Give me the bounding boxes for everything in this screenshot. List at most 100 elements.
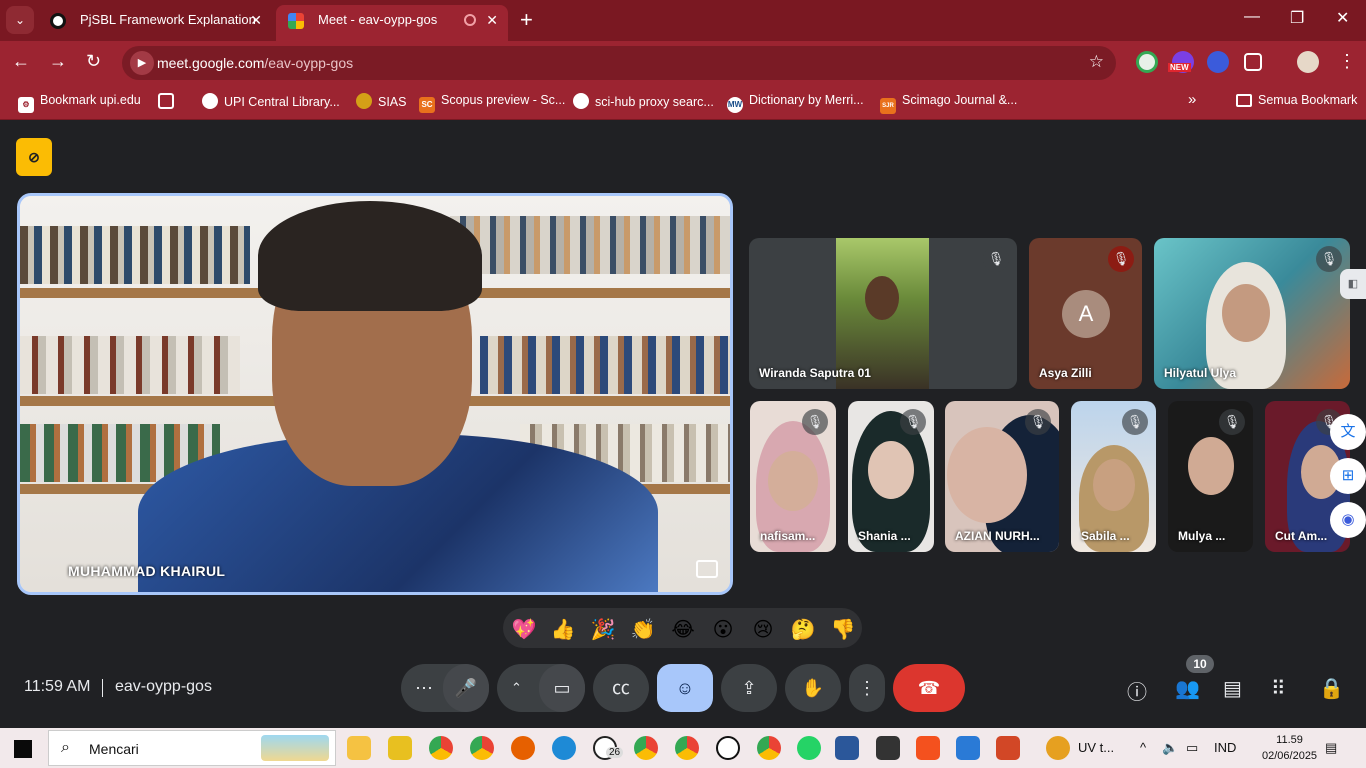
participant-tile-asya[interactable]: 🎙 A Asya Zilli [1029,238,1142,389]
bookmark-upi-library[interactable]: UPI Central Library... [202,93,340,109]
participant-tile-sabila[interactable]: 🎙 Sabila ... [1071,401,1156,552]
bookshelf-books [480,336,730,394]
bookmark-label: Bookmark upi.edu [40,93,141,107]
window-close-icon[interactable]: ✕ [1336,8,1349,28]
powerpoint-icon[interactable] [996,736,1020,760]
edge-icon[interactable] [552,736,576,760]
bookmark-all[interactable]: Semua Bookmark [1236,93,1357,107]
thumbs-down-reaction[interactable]: 👎 [830,616,856,642]
fullscreen-icon[interactable] [696,560,718,578]
bookmarks-overflow-chevron-icon[interactable]: » [1188,91,1196,108]
chat-icon[interactable]: ▤ [1223,676,1242,701]
bookmark-upi[interactable]: ⚙ Bookmark upi.edu [18,93,141,113]
more-options-button[interactable]: ⋮ [849,664,885,712]
photos-icon[interactable] [956,736,980,760]
file-explorer-icon[interactable] [347,736,371,760]
raise-hand-button[interactable]: ✋ [785,664,841,712]
bookmark-scihub[interactable]: sci-hub proxy searc... [573,93,714,109]
leave-call-button[interactable]: ☎ [893,664,965,712]
clapping-reaction[interactable]: 👏 [630,616,656,642]
apps-icon[interactable]: ⊞ [1330,458,1366,494]
participant-tile-wiranda[interactable]: 🎙 Wiranda Saputra 01 [749,238,1017,389]
tab-pjsbl[interactable]: PjSBL Framework Explanation ✕ [38,5,272,41]
camera-permission-icon[interactable]: ▶ [130,51,154,75]
activities-icon[interactable]: ⠿ [1271,676,1286,701]
camera-icon[interactable]: ▭ [539,664,585,712]
translate-icon[interactable]: 文 [1330,414,1366,450]
microphone-icon[interactable]: 🎤 [443,664,489,712]
extensions-puzzle-icon[interactable] [1244,53,1262,71]
participant-tile-mulya[interactable]: 🎙 Mulya ... [1168,401,1253,552]
thinking-reaction[interactable]: 🤔 [790,616,816,642]
bookmark-sias[interactable]: SIAS [356,93,407,109]
present-screen-button[interactable]: ⇪ [721,664,777,712]
more-menu-icon[interactable]: ⋮ [1338,51,1356,72]
folder-gear-icon: ⚙ [18,97,34,113]
assistant-bot-icon[interactable]: ◉ [1330,502,1366,538]
chrome-active-icon[interactable] [470,736,494,760]
participant-tile-shania[interactable]: 🎙 Shania ... [848,401,934,552]
party-popper-reaction[interactable]: 🎉 [590,616,616,642]
windows-start-icon[interactable] [14,740,32,758]
chrome-profile-icon[interactable] [634,736,658,760]
restore-icon[interactable]: ❐ [1290,8,1304,28]
joy-reaction[interactable]: 😂 [670,616,696,642]
sparkling-heart-reaction[interactable]: 💖 [511,616,537,642]
forward-arrow-icon[interactable]: → [49,51,67,72]
chrome-profile-icon[interactable] [757,736,781,760]
bookmark-scimago[interactable]: SJR Scimago Journal &... [880,93,1017,114]
camera-off-icon[interactable]: ⊘ [16,138,52,176]
uv-weather-icon[interactable] [1046,736,1070,760]
host-controls-lock-icon[interactable]: 🔒 [1319,676,1344,701]
tab-search-chevron-icon[interactable]: ⌄ [6,6,34,34]
surprised-reaction[interactable]: 😮 [710,616,736,642]
close-tab-icon[interactable]: ✕ [486,5,498,35]
meeting-info-icon[interactable]: ⓘ [1127,676,1147,705]
participant-tile-hilyatul[interactable]: 🎙 Hilyatul Ulya [1154,238,1350,389]
notifications-icon[interactable]: ▤ [1325,740,1337,756]
profile-avatar[interactable] [1297,51,1319,73]
back-arrow-icon[interactable]: ← [12,51,30,72]
app-s-icon[interactable] [876,736,900,760]
meet-stage: ⊘ MUHAMMAD KHAIRUL 🎙 Wiranda Saputra 01 … [0,121,1366,728]
audio-options-icon[interactable]: ⋯ [415,664,433,712]
tab-meet[interactable]: Meet - eav-oypp-gos ✕ [276,5,508,41]
bookmark-scopus[interactable]: SC Scopus preview - Sc... [419,93,565,113]
sticky-notes-icon[interactable] [388,736,412,760]
side-panel-toggle-icon[interactable]: ◧ [1340,269,1366,299]
thumbs-up-reaction[interactable]: 👍 [550,616,576,642]
captions-button[interactable]: ㏄ [593,664,649,712]
crying-reaction[interactable]: 😢 [750,616,776,642]
minimize-icon[interactable]: — [1244,8,1260,26]
word-icon[interactable] [835,736,859,760]
address-bar[interactable]: ▶ meet.google.com/eav-oypp-gos ☆ [122,46,1116,80]
url-text[interactable]: meet.google.com/eav-oypp-gos [157,55,353,71]
uv-label[interactable]: UV t... [1078,740,1114,755]
people-icon[interactable]: 👥 [1175,676,1200,701]
apps-grid-icon[interactable] [158,93,180,109]
participant-tile-nafisam[interactable]: 🎙 nafisam... [750,401,836,552]
extension-bot-icon[interactable] [1207,51,1229,73]
taskbar-clock[interactable]: 11.59 02/06/2025 [1262,732,1317,764]
new-tab-plus-icon[interactable]: + [520,6,533,34]
firefox-icon[interactable] [511,736,535,760]
emoji-reactions-button[interactable]: ☺ [657,664,713,712]
battery-icon[interactable]: ▭ [1186,740,1198,756]
whatsapp-web-icon[interactable] [797,736,821,760]
volume-icon[interactable]: 🔈 [1162,740,1178,756]
bookmark-merriam[interactable]: MW Dictionary by Merri... [727,93,864,113]
chrome-profile-icon[interactable] [675,736,699,760]
participant-tile-azian[interactable]: 🎙 AZIAN NURH... [945,401,1059,552]
reload-icon[interactable]: ↻ [86,51,101,72]
chatgpt-icon[interactable] [716,736,740,760]
video-options-chevron-icon[interactable]: ⌃ [511,664,522,712]
main-speaker-tile[interactable]: MUHAMMAD KHAIRUL [17,193,733,595]
extension-grammar-icon[interactable] [1136,51,1158,73]
tray-chevron-icon[interactable]: ^ [1140,740,1146,755]
close-tab-icon[interactable]: ✕ [250,5,262,35]
chrome-icon[interactable] [429,736,453,760]
taskbar-search[interactable]: ⌕ Mencari [48,730,336,766]
shopee-icon[interactable] [916,736,940,760]
language-indicator[interactable]: IND [1214,740,1236,755]
bookmark-star-icon[interactable]: ☆ [1089,52,1104,72]
